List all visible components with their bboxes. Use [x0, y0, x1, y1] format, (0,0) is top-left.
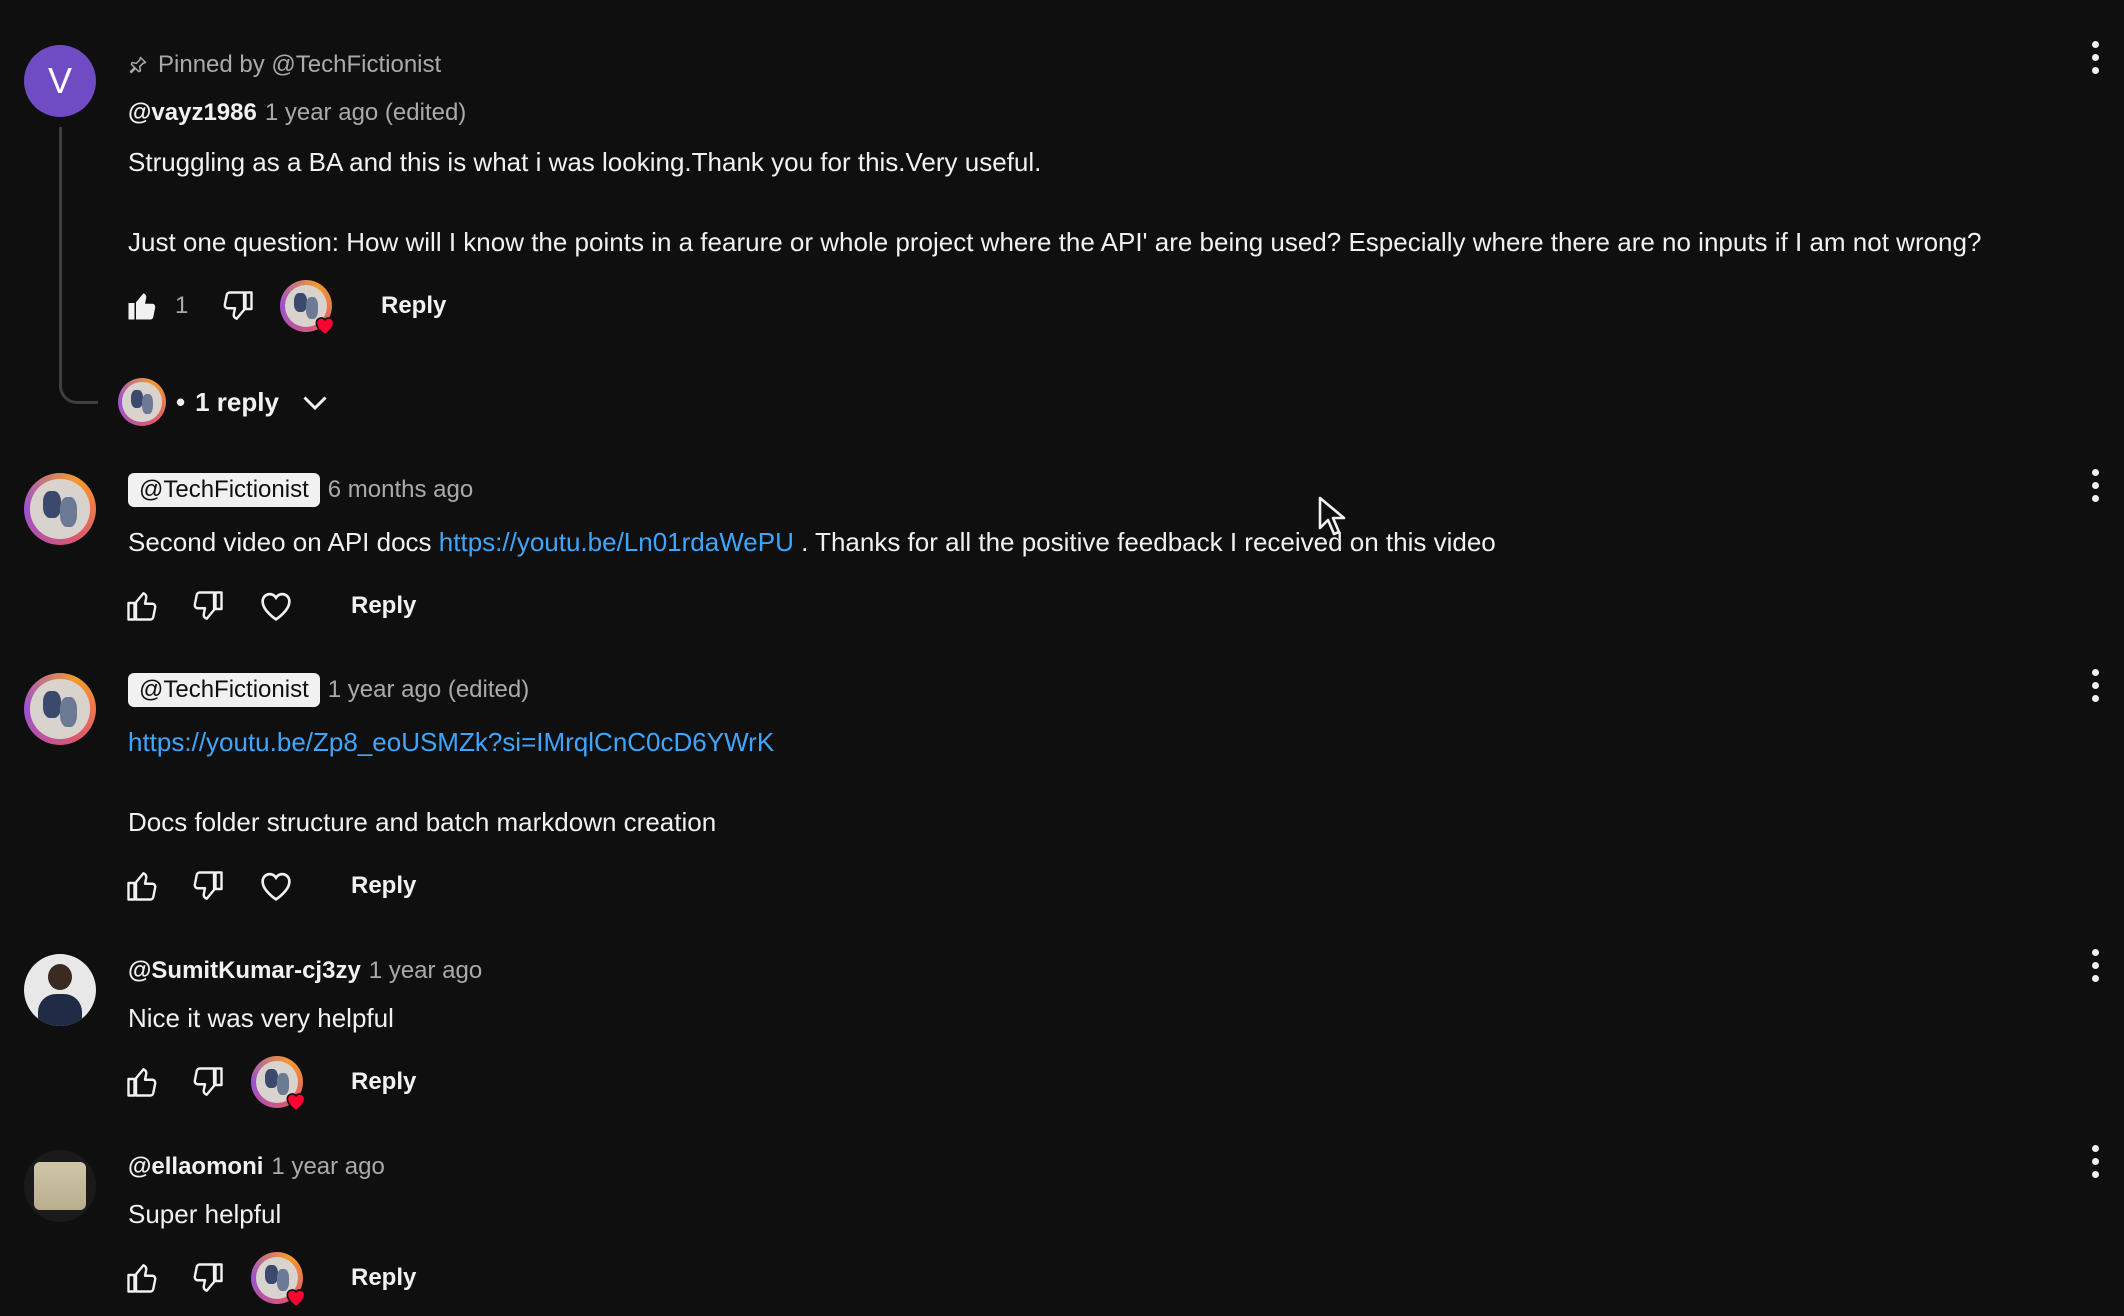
- dislike-icon[interactable]: [190, 868, 226, 904]
- comment-time[interactable]: 1 year ago: [271, 1153, 384, 1181]
- bullet: •: [176, 386, 186, 417]
- comment-time[interactable]: 1 year ago (edited): [265, 99, 466, 127]
- thread-connector: [59, 127, 98, 404]
- more-actions-icon[interactable]: [2089, 41, 2101, 81]
- more-actions-icon[interactable]: [2089, 1145, 2101, 1185]
- replies-toggle-button[interactable]: • 1 reply: [118, 378, 333, 426]
- comment-time[interactable]: 1 year ago (edited): [328, 676, 529, 704]
- avatar[interactable]: [24, 673, 96, 745]
- heart-icon[interactable]: [256, 586, 296, 626]
- avatar[interactable]: [24, 473, 96, 545]
- like-icon[interactable]: [124, 1260, 160, 1296]
- reply-button[interactable]: Reply: [351, 592, 416, 620]
- more-actions-icon[interactable]: [2089, 949, 2101, 989]
- author-name[interactable]: @TechFictionist: [128, 673, 320, 707]
- reply-button[interactable]: Reply: [381, 292, 446, 320]
- video-link[interactable]: https://youtu.be/Ln01rdaWePU: [439, 527, 794, 557]
- like-icon[interactable]: [124, 288, 160, 324]
- comment-text-after: . Thanks for all the positive feedback I…: [793, 527, 1496, 557]
- pin-icon: [129, 56, 147, 74]
- avatar-letter: V: [47, 60, 72, 101]
- author-name[interactable]: @TechFictionist: [128, 473, 320, 507]
- creator-avatar: [118, 378, 166, 426]
- creator-heart-badge[interactable]: [280, 280, 335, 336]
- comment-text: Docs folder structure and batch markdown…: [128, 807, 717, 837]
- more-actions-icon[interactable]: [2089, 669, 2101, 709]
- comment-header: @SumitKumar-cj3zy 1 year ago: [128, 957, 482, 985]
- replies-count: 1 reply: [195, 386, 279, 417]
- like-icon[interactable]: [124, 1064, 160, 1100]
- comment-header: @ellaomoni 1 year ago: [128, 1153, 385, 1181]
- dislike-icon[interactable]: [190, 588, 226, 624]
- comment-text: Second video on API docs https://youtu.b…: [128, 525, 1496, 559]
- heart-icon: [286, 1289, 306, 1308]
- reply-button[interactable]: Reply: [351, 1264, 416, 1292]
- avatar[interactable]: [24, 1150, 96, 1222]
- comment-text: Nice it was very helpful: [128, 1003, 394, 1033]
- heart-icon: [315, 317, 335, 336]
- avatar-head: [48, 964, 72, 990]
- pinned-label: Pinned by @TechFictionist: [128, 50, 441, 80]
- comment-text: Struggling as a BA and this is what i wa…: [128, 147, 1042, 177]
- like-icon[interactable]: [124, 588, 160, 624]
- comment-text: Just one question: How will I know the p…: [128, 227, 1982, 257]
- comment-text-before: Second video on API docs: [128, 527, 439, 557]
- comment-text: Super helpful: [128, 1199, 282, 1229]
- comment-header: @vayz1986 1 year ago (edited): [128, 99, 466, 127]
- video-link[interactable]: https://youtu.be/Zp8_eoUSMZk?si=IMrqlCnC…: [128, 725, 774, 759]
- creator-heart-badge[interactable]: [251, 1056, 306, 1112]
- mouse-cursor-icon: [1318, 496, 1346, 536]
- avatar[interactable]: [24, 954, 96, 1026]
- author-name[interactable]: @vayz1986: [128, 99, 257, 127]
- reply-button[interactable]: Reply: [351, 1068, 416, 1096]
- author-name[interactable]: @SumitKumar-cj3zy: [128, 957, 361, 985]
- heart-icon: [286, 1093, 306, 1112]
- like-count: 1: [175, 292, 189, 319]
- creator-heart-badge[interactable]: [251, 1252, 306, 1308]
- more-actions-icon[interactable]: [2089, 469, 2101, 509]
- like-icon[interactable]: [124, 868, 160, 904]
- author-name[interactable]: @ellaomoni: [128, 1153, 263, 1181]
- dislike-icon[interactable]: [190, 1064, 226, 1100]
- dislike-icon[interactable]: [220, 288, 256, 324]
- avatar[interactable]: V: [24, 45, 96, 117]
- reply-button[interactable]: Reply: [351, 872, 416, 900]
- avatar-image: [34, 1162, 86, 1210]
- comment-header: @TechFictionist 6 months ago: [128, 473, 473, 507]
- chevron-down-icon: [303, 396, 327, 411]
- comment-time[interactable]: 6 months ago: [328, 476, 473, 504]
- comment-time[interactable]: 1 year ago: [369, 957, 482, 985]
- comment-header: @TechFictionist 1 year ago (edited): [128, 673, 529, 707]
- dislike-icon[interactable]: [190, 1260, 226, 1296]
- heart-icon[interactable]: [256, 866, 296, 906]
- avatar-body: [38, 994, 82, 1026]
